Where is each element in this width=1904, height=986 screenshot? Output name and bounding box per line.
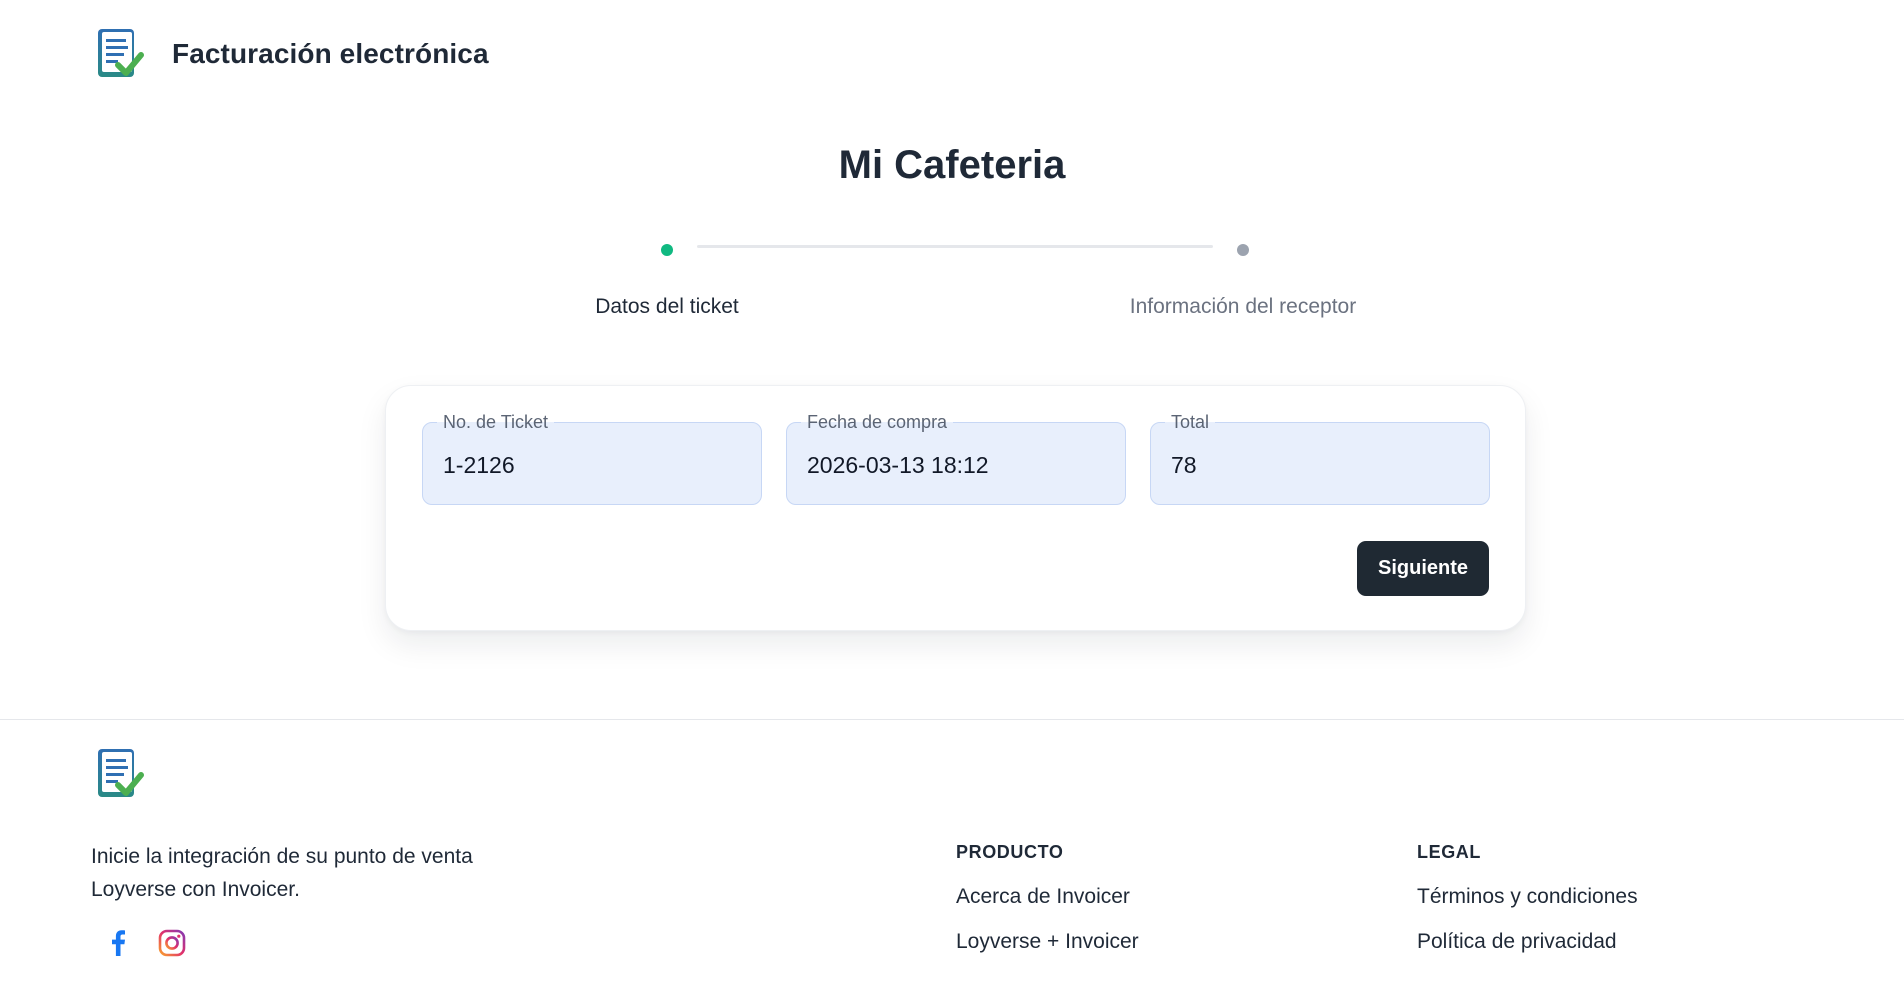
step-dot-receptor <box>1237 244 1249 256</box>
total-label: Total <box>1165 409 1216 435</box>
ticket-number-label: No. de Ticket <box>437 409 555 435</box>
invoice-check-icon <box>98 749 144 797</box>
page-title: Mi Cafeteria <box>838 143 1066 187</box>
purchase-date-label: Fecha de compra <box>801 409 954 435</box>
footer-divider <box>0 719 1904 720</box>
ticket-form-card: No. de Ticket Fecha de compra Total Sigu… <box>385 385 1526 631</box>
ticket-number-field: No. de Ticket <box>422 409 762 505</box>
step-label-receptor: Información del receptor <box>1129 295 1357 318</box>
link-privacy[interactable]: Política de privacidad <box>1417 928 1638 955</box>
instagram-icon[interactable] <box>157 928 187 958</box>
product-heading: PRODUCTO <box>956 842 1064 862</box>
stepper-progress-line <box>697 245 1213 248</box>
link-about-invoicer[interactable]: Acerca de Invoicer <box>956 883 1139 910</box>
footer-description: Inicie la integración de su punto de ven… <box>91 845 473 901</box>
brand-name: Facturación electrónica <box>172 38 489 69</box>
link-terms[interactable]: Términos y condiciones <box>1417 883 1638 910</box>
ticket-number-input[interactable] <box>443 445 743 485</box>
step-dot-ticket <box>661 244 673 256</box>
footer-legal-column: LEGAL Términos y condiciones Política de… <box>1417 842 1638 973</box>
facebook-icon[interactable] <box>103 928 133 958</box>
total-field: Total <box>1150 409 1490 505</box>
footer-product-column: PRODUCTO Acerca de Invoicer Loyverse + I… <box>956 842 1139 973</box>
invoice-check-icon[interactable] <box>96 27 144 81</box>
legal-heading: LEGAL <box>1417 842 1481 862</box>
purchase-date-field: Fecha de compra <box>786 409 1126 505</box>
link-loyverse-invoicer[interactable]: Loyverse + Invoicer <box>956 928 1139 955</box>
next-button[interactable]: Siguiente <box>1357 541 1489 596</box>
total-input[interactable] <box>1171 445 1471 485</box>
site-header: Facturación electrónica <box>96 26 489 82</box>
step-label-ticket: Datos del ticket <box>595 295 739 318</box>
purchase-date-input[interactable] <box>807 445 1107 485</box>
